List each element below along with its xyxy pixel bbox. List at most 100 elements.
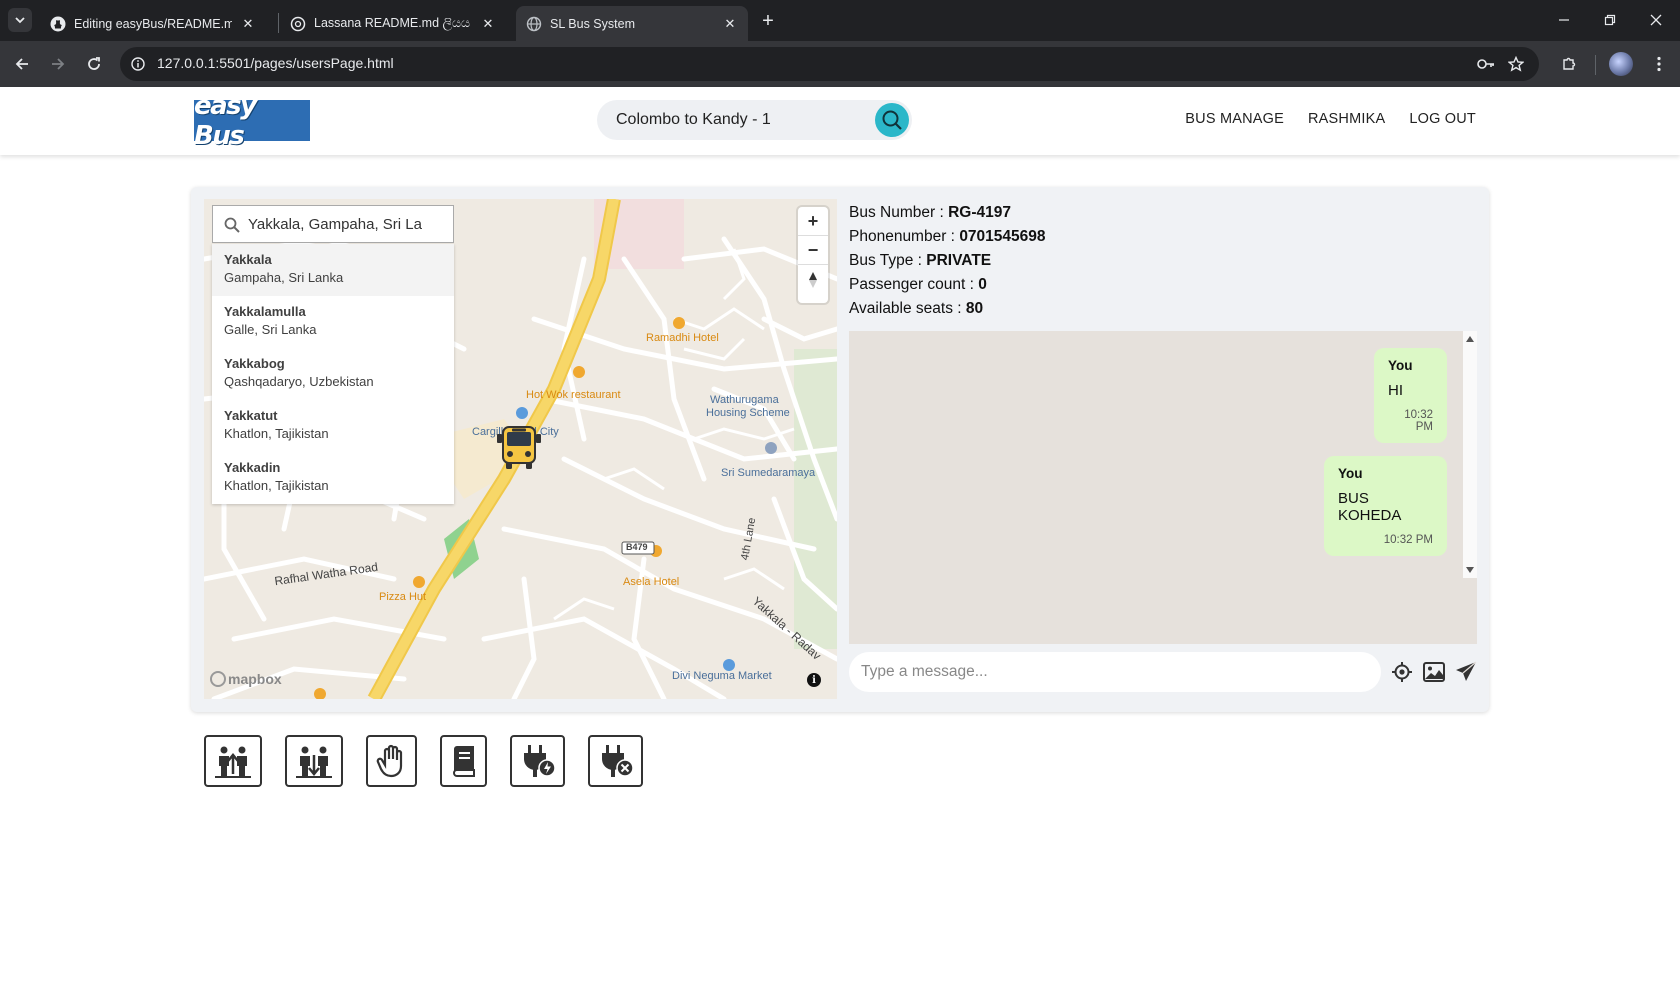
search-button[interactable]	[875, 103, 909, 137]
bus-dashboard-card: Ramadhi Hotel Hot Wok restaurant Wathuru…	[191, 187, 1489, 712]
back-icon[interactable]	[9, 51, 35, 77]
suggestion-place: Qashqadaryo, Uzbekistan	[224, 374, 374, 389]
suggestion-place: Khatlon, Tajikistan	[224, 426, 329, 441]
tab-title: Editing easyBus/README.md at	[74, 16, 232, 31]
nav-bus-manage-link[interactable]: BUS MANAGE	[1185, 111, 1284, 127]
bus-details: Bus Number : RG-4197 Phonenumber : 07015…	[849, 201, 1046, 321]
chat-window[interactable]: You HI 10:32 PM You BUS KOHEDA 10:32 PM	[849, 331, 1477, 644]
send-icon	[1456, 661, 1477, 681]
password-key-icon[interactable]	[1476, 54, 1496, 74]
globe-icon	[526, 16, 542, 31]
crosshair-location-icon	[1392, 662, 1412, 682]
bus-type-value: PRIVATE	[926, 252, 992, 269]
address-bar[interactable]: 127.0.0.1:5501/pages/usersPage.html	[120, 47, 1539, 81]
plug-disconnect-icon	[601, 745, 634, 777]
charging-available-button[interactable]	[510, 735, 565, 787]
tab-lassana-readme[interactable]: Lassana README.md ලියය ✕	[280, 6, 506, 41]
charging-unavailable-button[interactable]	[588, 735, 643, 787]
suggestion-item[interactable]: Yakkadin Khatlon, Tajikistan	[212, 452, 454, 504]
scroll-down-arrow-icon[interactable]	[1466, 567, 1474, 573]
tab-title: Lassana README.md ලියය	[314, 16, 471, 30]
suggestion-place: Gampaha, Sri Lanka	[224, 270, 344, 285]
suggestion-item[interactable]: Yakkatut Khatlon, Tajikistan	[212, 400, 454, 452]
nav-links: BUS MANAGE RASHMIKA LOG OUT	[1185, 111, 1476, 127]
close-tab-icon[interactable]: ✕	[240, 16, 256, 32]
suggestion-name: Yakkala	[224, 252, 272, 267]
map-label-divi-neguma: Divi Neguma Market	[672, 670, 772, 682]
passenger-alight-button[interactable]	[285, 735, 343, 787]
bookmark-star-icon[interactable]	[1506, 54, 1526, 74]
available-seats-row: Available seats : 80	[849, 300, 984, 317]
booking-button[interactable]	[440, 735, 487, 787]
suggestion-item[interactable]: Yakkalamulla Galle, Sri Lanka	[212, 296, 454, 348]
message-sender: You	[1338, 466, 1363, 481]
route-search-value: Colombo to Kandy - 1	[616, 111, 771, 128]
toolbar-divider	[1595, 55, 1596, 75]
passenger-board-icon	[215, 746, 251, 778]
tab-title: SL Bus System	[550, 16, 635, 31]
suggestion-item[interactable]: Yakkabog Qashqadaryo, Uzbekistan	[212, 348, 454, 400]
attribution-info-icon[interactable]: i	[807, 673, 821, 687]
zoom-out-button[interactable]: −	[798, 236, 828, 265]
bus-number-value: RG-4197	[948, 204, 1011, 221]
message-input[interactable]: Type a message...	[849, 652, 1381, 692]
suggestion-name: Yakkalamulla	[224, 304, 306, 319]
share-location-button[interactable]	[1389, 659, 1415, 685]
tab-sl-bus-system[interactable]: SL Bus System ✕	[516, 6, 748, 41]
more-menu-icon[interactable]	[1646, 51, 1672, 77]
location-suggestions: Yakkala Gampaha, Sri Lanka Yakkalamulla …	[212, 244, 454, 504]
tab-search-button[interactable]	[8, 8, 32, 32]
stop-request-button[interactable]	[366, 735, 417, 787]
tab-github-readme[interactable]: Editing easyBus/README.md at ✕	[40, 6, 266, 41]
passenger-alight-icon	[296, 746, 332, 778]
nav-logout-link[interactable]: LOG OUT	[1409, 111, 1476, 127]
map-view[interactable]: Ramadhi Hotel Hot Wok restaurant Wathuru…	[204, 199, 837, 699]
close-tab-icon[interactable]: ✕	[480, 16, 496, 32]
map-label-hot-wok: Hot Wok restaurant	[526, 389, 621, 401]
nav-user-link[interactable]: RASHMIKA	[1308, 111, 1385, 127]
location-search-input[interactable]: Yakkala, Gampaha, Sri La	[212, 205, 454, 243]
map-label-housing-scheme: Housing Scheme	[706, 407, 790, 419]
passenger-board-button[interactable]	[204, 735, 262, 787]
tab-separator	[278, 13, 279, 33]
suggestion-item[interactable]: Yakkala Gampaha, Sri Lanka	[212, 244, 454, 296]
easybus-logo[interactable]: easy Bus	[194, 91, 310, 151]
bus-marker-icon[interactable]	[494, 425, 544, 471]
github-icon	[50, 16, 66, 31]
close-tab-icon[interactable]: ✕	[722, 16, 738, 32]
available-seats-value: 80	[965, 300, 984, 317]
message-time: 10:32 PM	[1383, 534, 1433, 546]
site-info-icon[interactable]	[128, 54, 148, 74]
map-label-sri-sumedaramaya: Sri Sumedaramaya	[721, 467, 816, 479]
send-image-button[interactable]	[1421, 659, 1447, 685]
map-label-ramadhi-hotel: Ramadhi Hotel	[646, 332, 719, 344]
browser-toolbar: 127.0.0.1:5501/pages/usersPage.html	[0, 41, 1680, 87]
send-message-button[interactable]	[1453, 659, 1479, 685]
search-icon	[224, 217, 240, 233]
message-sender: You	[1388, 358, 1413, 373]
map-label-wathurugama: Wathurugama	[710, 394, 779, 406]
close-window-icon[interactable]	[1642, 8, 1670, 32]
mapbox-logo[interactable]: mapbox	[210, 671, 282, 687]
zoom-in-button[interactable]: +	[798, 207, 828, 236]
suggestion-place: Khatlon, Tajikistan	[224, 478, 329, 493]
extensions-puzzle-icon[interactable]	[1556, 51, 1582, 77]
route-search-field[interactable]: Colombo to Kandy - 1	[597, 100, 912, 140]
chat-message: You BUS KOHEDA 10:32 PM	[1324, 456, 1447, 556]
map-label-asela-hotel: Asela Hotel	[623, 576, 680, 588]
compass-button[interactable]	[798, 265, 828, 294]
minimize-icon[interactable]	[1550, 8, 1578, 32]
image-icon	[1423, 662, 1445, 682]
passenger-count-value: 0	[978, 276, 987, 293]
restore-icon[interactable]	[1596, 8, 1624, 32]
profile-avatar[interactable]	[1609, 52, 1633, 76]
bus-number-row: Bus Number : RG-4197	[849, 204, 1011, 221]
suggestion-place: Galle, Sri Lanka	[224, 322, 317, 337]
reload-icon[interactable]	[81, 51, 107, 77]
forward-icon[interactable]	[45, 51, 71, 77]
chat-message: You HI 10:32 PM	[1374, 348, 1447, 443]
new-tab-button[interactable]: +	[756, 9, 780, 33]
chat-scrollbar[interactable]	[1463, 331, 1477, 578]
page: easy Bus Colombo to Kandy - 1 BUS MANAGE…	[0, 87, 1680, 1002]
scroll-up-arrow-icon[interactable]	[1466, 336, 1474, 342]
